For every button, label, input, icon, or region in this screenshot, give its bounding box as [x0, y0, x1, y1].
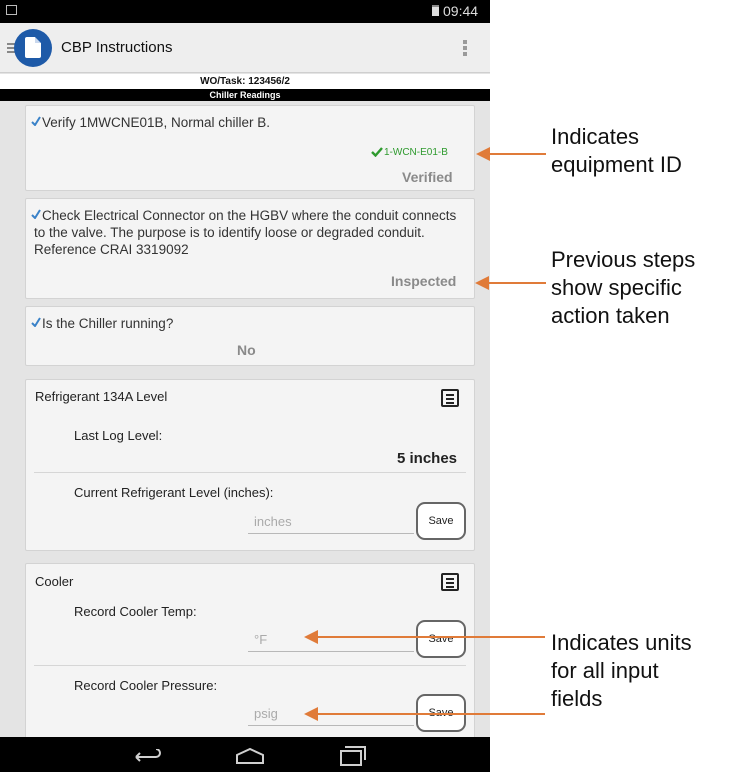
annotation-text: show specific [551, 275, 682, 300]
last-log-value: 5 inches [397, 450, 458, 467]
arrow-head [304, 630, 318, 644]
cooler-pressure-label: Record Cooler Pressure: [74, 678, 218, 693]
overflow-menu-icon[interactable] [455, 38, 475, 60]
status-time: 09:44 [443, 3, 479, 19]
divider [34, 472, 466, 473]
annotation-text: for all input [551, 658, 659, 683]
cooler-temp-input[interactable] [248, 628, 414, 652]
section-title: Chiller Readings [0, 89, 490, 101]
steps-list[interactable]: Verify 1MWCNE01B, Normal chiller B. 1-WC… [0, 101, 490, 737]
green-check-icon [371, 147, 383, 157]
step-status: Inspected [391, 273, 457, 289]
action-bar: CBP Instructions [0, 23, 490, 73]
arrow-line [488, 282, 546, 284]
arrow-line [318, 636, 545, 638]
last-log-label: Last Log Level: [74, 428, 163, 443]
phone-screen: 09:44 CBP Instructions WO/Task: 123456/2… [0, 0, 490, 772]
annotation-text: equipment ID [551, 152, 682, 177]
navigation-bar [0, 737, 490, 772]
arrow-head [476, 147, 490, 161]
annotation-equipment-id: Indicates equipment ID [551, 123, 682, 179]
app-logo-icon[interactable] [14, 29, 52, 67]
annotation-text: action taken [551, 303, 670, 328]
arrow-line [318, 713, 545, 715]
cooler-card: Cooler Record Cooler Temp: Save Record C… [25, 563, 475, 737]
annotation-units: Indicates units for all input fields [551, 629, 692, 713]
card-title: Cooler [35, 574, 74, 589]
step-text: Check Electrical Connector on the HGBV w… [34, 208, 457, 257]
status-bar: 09:44 [0, 0, 490, 23]
home-icon[interactable] [235, 747, 265, 765]
step-card-inspect[interactable]: Check Electrical Connector on the HGBV w… [25, 198, 475, 299]
annotation-text: fields [551, 686, 603, 711]
refrigerant-card: Refrigerant 134A Level Last Log Level: 5… [25, 379, 475, 551]
arrow-head [304, 707, 318, 721]
annotation-previous-steps: Previous steps show specific action take… [551, 246, 695, 330]
battery-icon [432, 5, 439, 16]
checkmark-icon [31, 116, 41, 126]
step-card-chiller-running[interactable]: Is the Chiller running? No [25, 306, 475, 366]
step-status: Verified [402, 169, 453, 185]
divider [34, 665, 466, 666]
cooler-temp-label: Record Cooler Temp: [74, 604, 197, 619]
save-button[interactable]: Save [416, 620, 466, 658]
step-status: No [237, 342, 256, 358]
step-text: Is the Chiller running? [42, 316, 174, 331]
notes-icon[interactable] [441, 389, 459, 407]
notes-icon[interactable] [441, 573, 459, 591]
arrow-line [488, 153, 546, 155]
back-icon[interactable] [132, 749, 162, 765]
gallery-notification-icon [6, 5, 17, 15]
annotation-text: Indicates [551, 124, 640, 149]
annotation-text: Previous steps [551, 247, 696, 272]
refrigerant-level-input[interactable] [248, 510, 414, 534]
work-order-label: WO/Task: 123456/2 [0, 74, 490, 89]
annotation-text: Indicates units [551, 630, 692, 655]
current-level-label: Current Refrigerant Level (inches): [74, 485, 274, 500]
step-card-verify[interactable]: Verify 1MWCNE01B, Normal chiller B. 1-WC… [25, 105, 475, 191]
arrow-head [475, 276, 489, 290]
checkmark-icon [31, 317, 41, 327]
recent-apps-icon[interactable] [339, 746, 367, 766]
step-text: Verify 1MWCNE01B, Normal chiller B. [42, 115, 271, 130]
equipment-id: 1-WCN-E01-B [384, 147, 448, 158]
save-button[interactable]: Save [416, 502, 466, 540]
card-title: Refrigerant 134A Level [35, 389, 168, 404]
app-title: CBP Instructions [61, 39, 173, 56]
